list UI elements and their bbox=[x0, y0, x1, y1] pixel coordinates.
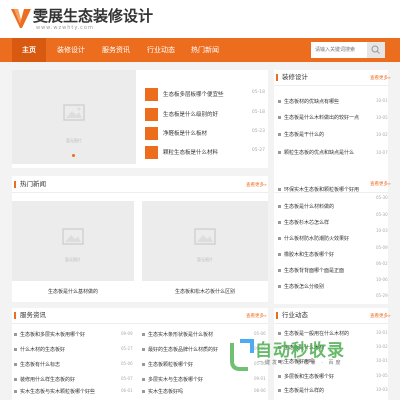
news-tag-icon bbox=[145, 108, 158, 121]
news-tag-icon bbox=[145, 88, 158, 101]
side-list-item[interactable]: 生态板怎么分级别 bbox=[278, 283, 324, 293]
nav-item-home[interactable]: 主页 bbox=[12, 38, 46, 62]
watermark-text: 自动秒收录 bbox=[255, 341, 345, 361]
side-date: 05-30 bbox=[376, 212, 388, 217]
site-url: www.wzwhty.com bbox=[36, 25, 94, 31]
news-date: 05-18 bbox=[251, 90, 265, 95]
side-date: 05-29 bbox=[376, 293, 388, 298]
site-header: 雯展生态装修设计 www.wzwhty.com bbox=[0, 0, 400, 38]
service-item[interactable]: 实木生态板与实木颗粒板哪个好些 bbox=[14, 388, 95, 398]
service-item[interactable]: 生态板和多层实木板用哪个好 bbox=[14, 331, 85, 341]
side-list-item[interactable]: 橡胶木和生态板哪个好 bbox=[278, 251, 334, 261]
more-link[interactable]: 查看更多» bbox=[370, 313, 391, 319]
service-date: 06-01 bbox=[121, 388, 133, 393]
placeholder-caption: 暂无图片 bbox=[197, 257, 213, 262]
more-link[interactable]: 查看更多» bbox=[246, 182, 267, 188]
service-item[interactable]: 装修用什么样生态板的好 bbox=[14, 376, 75, 386]
side-list-item[interactable]: 生态板背背面哪个面是正面 bbox=[278, 267, 344, 277]
service-date: 08-06 bbox=[254, 388, 266, 393]
divider bbox=[12, 192, 268, 193]
side-list-item[interactable]: 生态板是什么材料做的 bbox=[278, 203, 334, 213]
hot-image[interactable]: 暂无图片 bbox=[142, 201, 268, 281]
service-item[interactable]: 生态实木条形状板是什么板材 bbox=[142, 331, 213, 341]
news-title[interactable]: 净醛板是什么板材 bbox=[163, 129, 207, 137]
news-row[interactable]: 颗粒生态板是什么材料 05-27 bbox=[145, 146, 265, 160]
hot-caption[interactable]: 生态板是什么基材做的 bbox=[12, 288, 134, 295]
search-box bbox=[311, 42, 385, 58]
side-date: 10-03 bbox=[376, 228, 388, 233]
news-date: 05-18 bbox=[251, 110, 265, 115]
image-placeholder-icon bbox=[63, 104, 85, 121]
news-title[interactable]: 生态板是什么级别的好 bbox=[163, 110, 218, 118]
side-date: 10-01 bbox=[376, 98, 388, 103]
news-tag-icon bbox=[145, 127, 158, 140]
placeholder-caption: 暂无图片 bbox=[66, 138, 82, 143]
service-date: 05-06 bbox=[121, 361, 133, 366]
side-list-item[interactable]: 生态板是干什么的 bbox=[278, 131, 324, 141]
divider bbox=[274, 323, 388, 324]
slider-image[interactable]: 暂无图片 bbox=[12, 70, 136, 164]
hot-image[interactable]: 暂无图片 bbox=[12, 201, 134, 281]
more-link[interactable]: 查看更多» bbox=[246, 313, 267, 319]
nav-item-design[interactable]: 装修设计 bbox=[52, 38, 90, 62]
service-date: 09-01 bbox=[254, 376, 266, 381]
service-item[interactable]: 什么木材的生态板好 bbox=[14, 346, 65, 356]
nav-item-hot[interactable]: 热门新闻 bbox=[186, 38, 224, 62]
side-list-item[interactable]: 生态板杉木芯怎么样 bbox=[278, 219, 329, 229]
placeholder-caption: 暂无图片 bbox=[65, 257, 81, 262]
watermark-subtext: 一键发布 · 秒收录 · 百度 bbox=[258, 360, 343, 366]
side-date: 05-30 bbox=[376, 195, 388, 200]
side-list-item[interactable]: 生态板是什么木料做出的较好一点 bbox=[278, 114, 359, 124]
divider bbox=[274, 85, 388, 86]
search-icon bbox=[371, 45, 380, 54]
news-date: 05-27 bbox=[251, 148, 265, 153]
search-input[interactable] bbox=[311, 42, 369, 58]
news-tag-icon bbox=[145, 146, 158, 159]
logo-icon[interactable] bbox=[10, 7, 32, 29]
image-placeholder-icon bbox=[62, 228, 84, 245]
side-list-item[interactable]: 颗粒生态板的优点和缺点是什么 bbox=[278, 149, 354, 159]
service-date: 09-09 bbox=[121, 331, 133, 336]
side-list-item[interactable]: 环保实木生态板和颗粒板哪个好用 bbox=[278, 186, 359, 196]
news-date: 05-23 bbox=[251, 129, 265, 134]
news-row[interactable]: 生态板是什么级别的好 05-18 bbox=[145, 108, 265, 122]
service-item[interactable]: 生态板有什么标志 bbox=[14, 361, 60, 371]
news-row[interactable]: 生态板多层板哪个便宜些 05-18 bbox=[145, 88, 265, 102]
side-date: 06-02 bbox=[376, 261, 388, 266]
slider-dot-active[interactable] bbox=[72, 154, 75, 157]
nav-item-industry[interactable]: 行业动态 bbox=[142, 38, 180, 62]
nav-item-service[interactable]: 服务资讯 bbox=[97, 38, 135, 62]
side-date: 10-02 bbox=[376, 132, 388, 137]
service-item[interactable]: 生态板颗粒板哪个好 bbox=[142, 361, 193, 371]
side-date: 10-05 bbox=[376, 115, 388, 120]
more-link[interactable]: 查看更多» bbox=[370, 75, 391, 81]
service-date: 05-07 bbox=[121, 376, 133, 381]
service-date: 05-27 bbox=[121, 346, 133, 351]
side-date: 05-09 bbox=[376, 245, 388, 250]
image-placeholder-icon bbox=[194, 228, 216, 245]
divider bbox=[12, 323, 268, 324]
hot-caption[interactable]: 生态板和松木芯板什么区别 bbox=[142, 288, 268, 295]
industry-item[interactable]: 生态板是什么样的 bbox=[278, 387, 324, 397]
section-title: 行业动态 bbox=[276, 312, 308, 319]
news-row[interactable]: 净醛板是什么板材 05-23 bbox=[145, 127, 265, 141]
more-link[interactable]: 查看更多» bbox=[370, 181, 391, 187]
side-list-item[interactable]: 什么板材防水防潮防火效果好 bbox=[278, 235, 349, 245]
industry-date: 10-03 bbox=[376, 387, 388, 392]
news-title[interactable]: 颗粒生态板是什么材料 bbox=[163, 148, 218, 156]
section-title: 热门新闻 bbox=[14, 181, 46, 188]
section-title: 装修设计 bbox=[276, 74, 308, 81]
service-item[interactable]: 实木生态板好吗 bbox=[142, 388, 183, 398]
side-date: 10-06 bbox=[376, 277, 388, 282]
service-item[interactable]: 多层实木与生态板哪个好 bbox=[142, 376, 203, 386]
side-list-item[interactable]: 生态板材的优缺点有哪些 bbox=[278, 98, 339, 108]
site-title[interactable]: 雯展生态装修设计 bbox=[33, 5, 153, 26]
side-date: 10-07 bbox=[376, 150, 388, 155]
search-button[interactable] bbox=[367, 42, 385, 58]
news-title[interactable]: 生态板多层板哪个便宜些 bbox=[163, 90, 224, 98]
section-title: 服务资讯 bbox=[14, 312, 46, 319]
service-item[interactable]: 最好的生态板品牌什么材质的好 bbox=[142, 346, 218, 356]
